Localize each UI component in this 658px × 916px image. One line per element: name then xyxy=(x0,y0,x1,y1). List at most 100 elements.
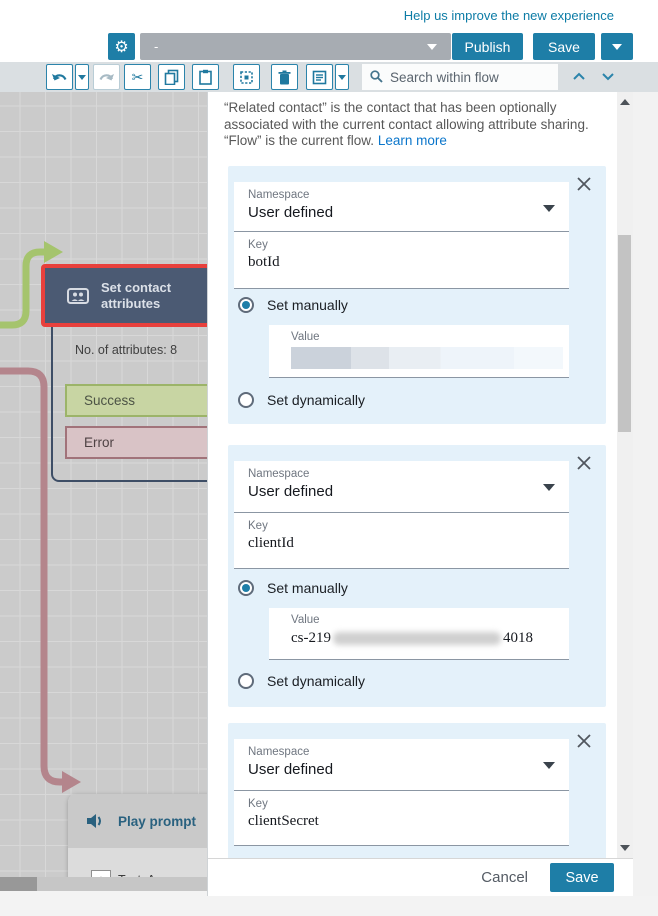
panel-footer: Cancel Save xyxy=(208,858,634,896)
undo-icon xyxy=(51,71,68,84)
block-info-text: No. of attributes: 8 xyxy=(75,343,177,357)
scrollbar-thumb[interactable] xyxy=(618,235,631,432)
flow-toolbar: ✂ xyxy=(0,62,658,92)
play-prompt-block[interactable]: Play prompt + Text: An error occ Success xyxy=(68,794,207,877)
cut-button[interactable]: ✂ xyxy=(124,64,151,90)
chevron-down-icon[interactable] xyxy=(543,484,555,491)
search-prev-button[interactable] xyxy=(572,72,586,81)
flow-connectors xyxy=(0,92,207,877)
select-area-button[interactable] xyxy=(233,64,260,90)
paste-button[interactable] xyxy=(192,64,219,90)
paste-icon xyxy=(198,69,213,85)
namespace-field[interactable]: Namespace User defined xyxy=(234,182,569,232)
properties-panel: “Related contact” is the contact that ha… xyxy=(207,92,633,896)
save-menu-button[interactable] xyxy=(601,33,633,60)
radio-unselected-icon xyxy=(238,392,254,408)
namespace-value: User defined xyxy=(248,204,555,221)
set-dynamically-radio[interactable]: Set dynamically xyxy=(238,392,365,408)
branch-error[interactable]: Error xyxy=(65,426,207,459)
attribute-card: Namespace User defined Key clientId Set … xyxy=(228,445,606,707)
learn-more-link[interactable]: Learn more xyxy=(378,133,447,148)
flow-name-select[interactable]: - xyxy=(140,33,451,60)
radio-label: Set dynamically xyxy=(267,392,365,408)
namespace-field[interactable]: Namespace User defined xyxy=(234,739,569,791)
canvas-horizontal-scrollbar[interactable] xyxy=(0,877,207,891)
copy-button[interactable] xyxy=(158,64,185,90)
key-field[interactable]: Key botId xyxy=(234,232,569,289)
scroll-down-icon[interactable] xyxy=(620,845,630,851)
close-icon[interactable] xyxy=(576,733,592,749)
search-icon xyxy=(370,70,383,83)
radio-label: Set manually xyxy=(267,580,348,596)
play-prompt-block-header[interactable]: Play prompt xyxy=(68,794,207,848)
chevron-down-icon xyxy=(427,44,437,50)
block-title: Play prompt xyxy=(118,814,196,829)
description-line: “Flow” is the current flow. xyxy=(224,133,374,148)
search-next-button[interactable] xyxy=(601,72,615,81)
arrowhead-icon xyxy=(62,771,81,793)
field-label: Key xyxy=(248,520,555,532)
radio-selected-icon xyxy=(238,297,254,313)
speaker-icon xyxy=(86,812,106,830)
value-field[interactable]: Value xyxy=(269,325,569,378)
chevron-down-icon xyxy=(612,44,622,50)
expand-row-button[interactable]: + xyxy=(91,870,111,877)
redo-button[interactable] xyxy=(93,64,120,90)
chevron-down-icon xyxy=(78,75,86,80)
annotations-button[interactable] xyxy=(306,64,333,90)
redacted-value xyxy=(291,347,563,369)
block-title: Set contact attributes xyxy=(101,280,193,312)
save-button[interactable]: Save xyxy=(533,33,595,60)
scrollbar-thumb[interactable] xyxy=(0,877,37,891)
redacted-value xyxy=(333,632,501,645)
success-connector-line xyxy=(0,252,45,325)
field-label: Key xyxy=(248,239,555,251)
namespace-field[interactable]: Namespace User defined xyxy=(234,461,569,513)
panel-description: “Related contact” is the contact that ha… xyxy=(224,100,614,150)
search-field-wrap xyxy=(362,64,558,90)
set-manually-radio[interactable]: Set manually xyxy=(238,580,348,596)
cancel-button[interactable]: Cancel xyxy=(481,869,528,886)
set-dynamically-radio[interactable]: Set dynamically xyxy=(238,673,365,689)
contact-attributes-icon xyxy=(67,288,89,304)
attribute-card: Namespace User defined Key botId Set man… xyxy=(228,166,606,424)
search-input[interactable] xyxy=(362,64,558,90)
panel-vertical-scrollbar[interactable] xyxy=(617,92,633,858)
gear-icon: ⚙ xyxy=(114,37,128,57)
close-icon[interactable] xyxy=(576,455,592,471)
radio-unselected-icon xyxy=(238,673,254,689)
panel-save-button[interactable]: Save xyxy=(550,863,614,892)
key-value: botId xyxy=(248,254,555,271)
undo-menu-button[interactable] xyxy=(75,64,89,90)
delete-button[interactable] xyxy=(271,64,298,90)
publish-button[interactable]: Publish xyxy=(452,33,523,60)
branch-success[interactable]: Success xyxy=(65,384,207,417)
set-manually-radio[interactable]: Set manually xyxy=(238,297,348,313)
key-field[interactable]: Key clientSecret xyxy=(234,791,569,846)
description-line: associated with the current contact allo… xyxy=(224,117,589,132)
close-icon[interactable] xyxy=(576,176,592,192)
settings-button[interactable]: ⚙ xyxy=(108,33,135,60)
chevron-down-icon[interactable] xyxy=(543,762,555,769)
undo-button[interactable] xyxy=(46,64,73,90)
namespace-value: User defined xyxy=(248,761,555,778)
value-suffix: 4018 xyxy=(503,630,533,647)
key-value: clientSecret xyxy=(248,813,555,830)
flow-canvas[interactable]: Set contact attributes No. of attributes… xyxy=(0,92,207,877)
background-strip xyxy=(633,92,658,896)
field-label: Namespace xyxy=(248,746,555,758)
chevron-down-icon xyxy=(338,75,346,80)
value-field[interactable]: Value cs-219 4018 xyxy=(269,608,569,660)
redo-icon xyxy=(98,71,115,84)
annotations-menu-button[interactable] xyxy=(335,64,349,90)
marquee-select-icon xyxy=(239,70,254,85)
chevron-down-icon[interactable] xyxy=(543,205,555,212)
set-contact-attributes-block[interactable]: Set contact attributes xyxy=(41,264,207,327)
trash-icon xyxy=(278,70,291,85)
key-field[interactable]: Key clientId xyxy=(234,513,569,569)
scroll-up-icon[interactable] xyxy=(620,99,630,105)
error-connector-line xyxy=(0,371,63,782)
properties-panel-scroll-area: “Related contact” is the contact that ha… xyxy=(208,92,634,858)
copy-icon xyxy=(164,69,179,85)
feedback-link[interactable]: Help us improve the new experience xyxy=(404,8,614,23)
